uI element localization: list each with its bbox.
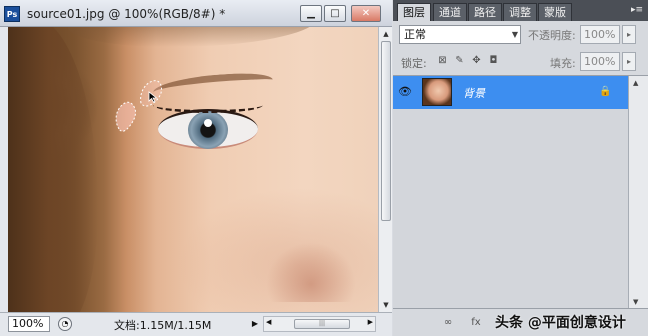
vertical-scrollbar[interactable]: ▲ ▼ bbox=[378, 27, 392, 312]
status-info-icon[interactable]: ◔ bbox=[58, 317, 72, 331]
document-size-info: 文档:1.15M/1.15M bbox=[114, 319, 212, 332]
photoshop-app-icon: Ps bbox=[4, 6, 20, 22]
layer-row-background[interactable]: 👁 背景 🔒 bbox=[393, 76, 628, 109]
tab-masks[interactable]: 蒙版 bbox=[538, 3, 572, 21]
minimize-button[interactable]: ▁ bbox=[300, 5, 322, 22]
pointer-cursor-icon bbox=[148, 91, 158, 103]
photoshop-workspace: Ps source01.jpg @ 100%(RGB/8#) * ▁ □ ✕ ▲… bbox=[0, 0, 648, 336]
link-layers-icon[interactable]: ∞ bbox=[441, 316, 455, 330]
tab-layers[interactable]: 图层 bbox=[397, 3, 431, 21]
opacity-label: 不透明度: bbox=[528, 29, 576, 42]
scroll-up-arrow-icon[interactable]: ▲ bbox=[380, 28, 392, 40]
layer-visibility-eye-icon[interactable]: 👁 bbox=[396, 80, 414, 104]
lock-image-pixels-icon[interactable]: ✎ bbox=[453, 54, 466, 67]
watermark: 头条 @平面创意设计 bbox=[495, 315, 626, 331]
blend-mode-select[interactable]: 正常 ▼ bbox=[399, 25, 521, 44]
portrait-hair bbox=[8, 27, 98, 312]
tab-channels[interactable]: 通道 bbox=[433, 3, 467, 21]
lock-label: 锁定: bbox=[401, 57, 427, 70]
layer-style-fx-icon[interactable]: fx bbox=[469, 316, 483, 330]
vertical-scroll-thumb[interactable] bbox=[381, 41, 391, 221]
lasso-selection[interactable] bbox=[111, 79, 171, 137]
panel-tab-bar: 图层 通道 路径 调整 蒙版 ▸≡ bbox=[393, 0, 648, 21]
layers-panel: 图层 通道 路径 调整 蒙版 ▸≡ 正常 ▼ 不透明度: 100% ▸ 锁定: … bbox=[393, 0, 648, 336]
scroll-down-arrow-icon[interactable]: ▼ bbox=[380, 299, 392, 311]
fill-label: 填充: bbox=[550, 57, 576, 70]
blend-mode-value: 正常 bbox=[404, 28, 426, 41]
layer-name[interactable]: 背景 bbox=[463, 85, 485, 101]
horizontal-scroll-thumb[interactable]: ||| bbox=[294, 319, 350, 329]
layer-list-scrollbar[interactable]: ▲ ▼ bbox=[628, 76, 648, 309]
image-canvas[interactable] bbox=[8, 27, 378, 312]
horizontal-scrollbar[interactable]: ◀ ||| ▶ bbox=[263, 316, 376, 332]
document-title: source01.jpg @ 100%(RGB/8#) * bbox=[27, 7, 226, 21]
document-window: Ps source01.jpg @ 100%(RGB/8#) * ▁ □ ✕ ▲… bbox=[0, 0, 392, 336]
lock-position-icon[interactable]: ✥ bbox=[470, 54, 483, 67]
lock-all-icon[interactable]: ◘ bbox=[487, 54, 500, 67]
close-button[interactable]: ✕ bbox=[351, 5, 381, 22]
maximize-button[interactable]: □ bbox=[324, 5, 346, 22]
layer-lock-icon: 🔒 bbox=[599, 86, 612, 97]
scroll-up-arrow-icon[interactable]: ▲ bbox=[633, 79, 638, 87]
scroll-right-arrow-icon[interactable]: ▶ bbox=[368, 318, 373, 326]
document-title-bar[interactable]: Ps source01.jpg @ 100%(RGB/8#) * ▁ □ ✕ bbox=[0, 0, 392, 27]
portrait-hair-top bbox=[68, 27, 318, 47]
zoom-level-field[interactable]: 100% bbox=[8, 316, 50, 332]
layers-bottom-bar: ∞ fx 头条 @平面创意设计 bbox=[393, 308, 648, 336]
status-menu-arrow-icon[interactable]: ▶ bbox=[249, 317, 261, 331]
tab-adjustments[interactable]: 调整 bbox=[503, 3, 537, 21]
opacity-slider-arrow-icon[interactable]: ▸ bbox=[622, 25, 636, 44]
fill-slider-arrow-icon[interactable]: ▸ bbox=[622, 52, 636, 71]
opacity-field[interactable]: 100% bbox=[580, 25, 620, 44]
panel-menu-icon[interactable]: ▸≡ bbox=[630, 3, 644, 17]
chevron-down-icon: ▼ bbox=[511, 30, 518, 39]
tab-paths[interactable]: 路径 bbox=[468, 3, 502, 21]
portrait-catchlight bbox=[204, 119, 212, 127]
status-bar: 100% ◔ 文档:1.15M/1.15M ▶ ◀ ||| ▶ bbox=[0, 312, 392, 336]
layer-list: 👁 背景 🔒 ▲ ▼ bbox=[393, 75, 648, 309]
layer-thumbnail bbox=[422, 78, 452, 106]
fill-field[interactable]: 100% bbox=[580, 52, 620, 71]
lock-transparent-pixels-icon[interactable]: ⊠ bbox=[436, 54, 449, 67]
portrait-nose bbox=[266, 242, 356, 302]
portrait-iris bbox=[188, 111, 228, 149]
scroll-left-arrow-icon[interactable]: ◀ bbox=[266, 318, 271, 326]
scroll-down-arrow-icon[interactable]: ▼ bbox=[633, 298, 638, 306]
